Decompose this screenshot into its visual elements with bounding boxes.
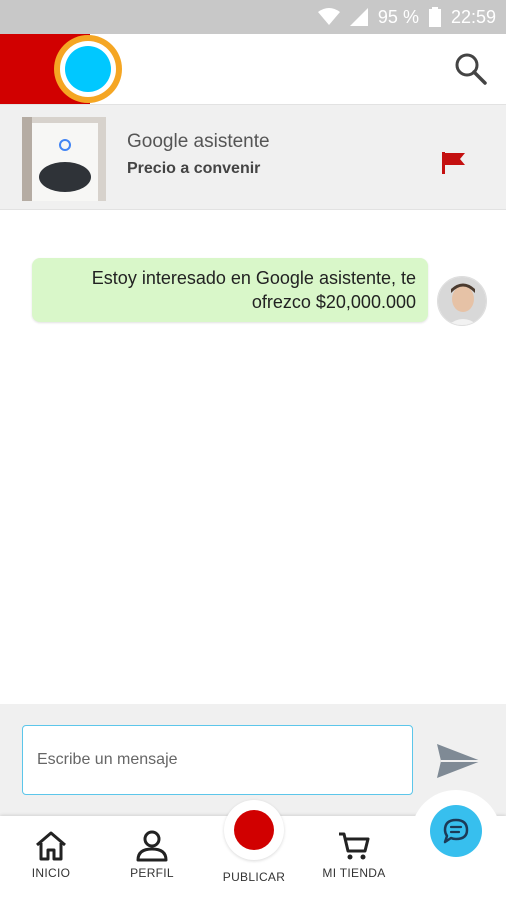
- search-icon[interactable]: [452, 50, 490, 88]
- person-icon: [136, 830, 168, 862]
- chat-fab[interactable]: [430, 805, 482, 857]
- product-title[interactable]: Google asistente: [127, 131, 270, 153]
- app-bar: [0, 34, 506, 104]
- signal-icon: [349, 8, 368, 26]
- nav-store[interactable]: MI TIENDA: [309, 830, 399, 880]
- person-photo: [438, 277, 486, 325]
- chat-bubble-icon: [443, 818, 469, 844]
- product-card[interactable]: [0, 104, 506, 210]
- avatar[interactable]: [437, 276, 487, 326]
- publish-dot-icon: [234, 810, 274, 850]
- message-input[interactable]: [22, 725, 413, 795]
- product-image: [22, 117, 106, 201]
- cart-icon: [339, 832, 370, 860]
- home-icon: [36, 831, 66, 861]
- battery-percentage: 95 %: [377, 6, 419, 27]
- product-thumbnail: [22, 117, 106, 201]
- product-price: Precio a convenir: [127, 160, 261, 177]
- wifi-icon: [317, 8, 340, 25]
- nav-profile-label: PERFIL: [130, 866, 174, 880]
- nav-home-label: INICIO: [31, 866, 71, 880]
- brand-logo[interactable]: [0, 34, 124, 104]
- status-bar-right: 95 % 22:59: [317, 0, 496, 34]
- clock: 22:59: [450, 6, 496, 27]
- battery-icon: [428, 7, 441, 27]
- publish-button[interactable]: [224, 800, 284, 860]
- nav-profile[interactable]: PERFIL: [107, 830, 197, 880]
- flag-icon[interactable]: [441, 150, 467, 176]
- message-bubble: Estoy interesado en Google asistente, te…: [32, 258, 428, 322]
- nav-publish-label[interactable]: PUBLICAR: [200, 870, 308, 884]
- nav-home[interactable]: INICIO: [6, 830, 96, 880]
- status-bar: 95 % 22:59: [0, 0, 506, 34]
- send-icon[interactable]: [435, 740, 483, 782]
- nav-store-label: MI TIENDA: [322, 866, 386, 880]
